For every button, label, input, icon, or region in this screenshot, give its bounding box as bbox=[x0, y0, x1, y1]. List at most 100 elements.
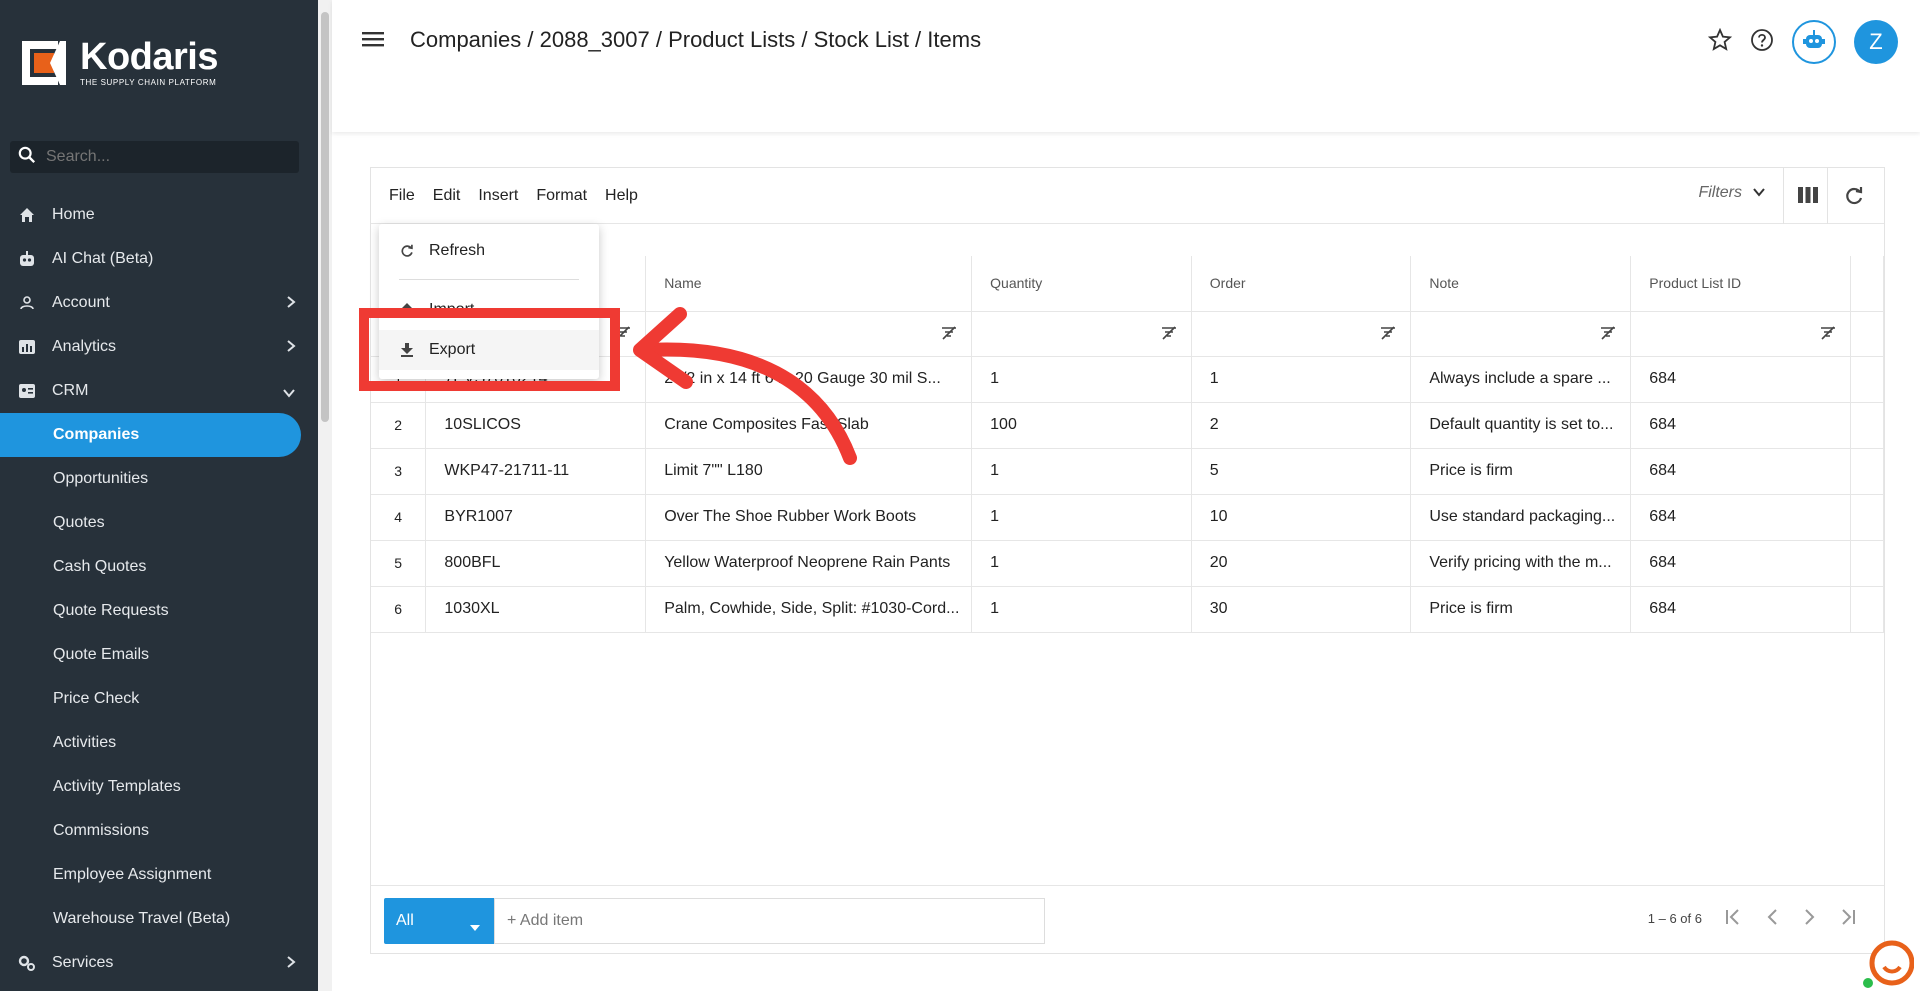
sidebar-item-warehouse-travel[interactable]: Warehouse Travel (Beta) bbox=[0, 897, 318, 941]
cell-order[interactable]: 20 bbox=[1191, 540, 1412, 587]
sidebar-item-cash-quotes[interactable]: Cash Quotes bbox=[0, 545, 318, 589]
cell-code[interactable]: 800BFL bbox=[425, 540, 647, 587]
sidebar-item-analytics[interactable]: Analytics bbox=[0, 325, 318, 369]
filter-off-icon[interactable] bbox=[941, 325, 957, 345]
toolbar-divider bbox=[1827, 168, 1828, 224]
cell-quantity[interactable]: 1 bbox=[971, 356, 1192, 403]
sidebar-item-employee-assignment[interactable]: Employee Assignment bbox=[0, 853, 318, 897]
ai-assistant-button[interactable] bbox=[1792, 20, 1836, 64]
cell-product-list-id[interactable]: 684 bbox=[1630, 356, 1851, 403]
sidebar-item-quote-requests[interactable]: Quote Requests bbox=[0, 589, 318, 633]
refresh-icon[interactable] bbox=[1844, 186, 1864, 211]
sidebar-item-price-check[interactable]: Price Check bbox=[0, 677, 318, 721]
chat-support-button[interactable] bbox=[1862, 937, 1915, 989]
filter-cell[interactable] bbox=[1191, 311, 1412, 357]
scrollbar-thumb[interactable] bbox=[321, 12, 329, 422]
cell-note[interactable]: Verify pricing with the m... bbox=[1410, 540, 1632, 587]
column-header-note[interactable]: Note bbox=[1410, 256, 1632, 312]
filter-off-icon[interactable] bbox=[1820, 325, 1836, 345]
menu-help[interactable]: Help bbox=[605, 187, 638, 205]
cell-name[interactable]: Yellow Waterproof Neoprene Rain Pants bbox=[645, 540, 973, 587]
filter-cell[interactable] bbox=[1410, 311, 1632, 357]
row-number: 6 bbox=[371, 586, 427, 633]
cell-code[interactable]: WKP47-21711-11 bbox=[425, 448, 647, 495]
sidebar-item-activities[interactable]: Activities bbox=[0, 721, 318, 765]
menu-edit[interactable]: Edit bbox=[433, 187, 461, 205]
cell-order[interactable]: 30 bbox=[1191, 586, 1412, 633]
menu-file[interactable]: File bbox=[389, 187, 415, 205]
add-item-input[interactable]: + Add item bbox=[494, 898, 1045, 944]
cell-order[interactable]: 1 bbox=[1191, 356, 1412, 403]
table-row[interactable]: 3 WKP47-21711-11 Limit 7"" L180 1 5 Pric… bbox=[371, 448, 1885, 495]
cell-product-list-id[interactable]: 684 bbox=[1630, 494, 1851, 541]
menu-icon[interactable] bbox=[362, 30, 384, 53]
cell-name[interactable]: Palm, Cowhide, Side, Split: #1030-Cord..… bbox=[645, 586, 973, 633]
sidebar-item-label: Employee Assignment bbox=[53, 866, 212, 883]
kodaris-logo[interactable]: Kodaris THE SUPPLY CHAIN PLATFORM bbox=[20, 38, 218, 87]
menu-item-refresh[interactable]: Refresh bbox=[379, 231, 599, 271]
filters-dropdown[interactable]: Filters bbox=[1698, 184, 1766, 202]
next-page-icon[interactable] bbox=[1802, 908, 1816, 929]
cell-name[interactable]: Over The Shoe Rubber Work Boots bbox=[645, 494, 973, 541]
cell-quantity[interactable]: 100 bbox=[971, 402, 1192, 449]
sidebar-item-services[interactable]: Services bbox=[0, 941, 318, 985]
cell-note[interactable]: Price is firm bbox=[1410, 448, 1632, 495]
table-row[interactable]: 4 BYR1007 Over The Shoe Rubber Work Boot… bbox=[371, 494, 1885, 541]
cell-code[interactable]: 10SLICOS bbox=[425, 402, 647, 449]
cell-note[interactable]: Default quantity is set to... bbox=[1410, 402, 1632, 449]
column-header-quantity[interactable]: Quantity bbox=[971, 256, 1192, 312]
cell-quantity[interactable]: 1 bbox=[971, 448, 1192, 495]
star-icon[interactable] bbox=[1707, 27, 1733, 57]
sidebar-item-crm[interactable]: CRM bbox=[0, 369, 318, 413]
columns-icon[interactable] bbox=[1798, 186, 1818, 209]
cell-quantity[interactable]: 1 bbox=[971, 494, 1192, 541]
table-row[interactable]: 6 1030XL Palm, Cowhide, Side, Split: #10… bbox=[371, 586, 1885, 633]
filter-off-icon[interactable] bbox=[1161, 325, 1177, 345]
cell-quantity[interactable]: 1 bbox=[971, 586, 1192, 633]
cell-extra bbox=[1850, 586, 1885, 633]
search-input[interactable] bbox=[46, 148, 286, 166]
cell-note[interactable]: Always include a spare ... bbox=[1410, 356, 1632, 403]
column-header-order[interactable]: Order bbox=[1191, 256, 1412, 312]
chevron-right-icon bbox=[286, 295, 296, 314]
cell-order[interactable]: 2 bbox=[1191, 402, 1412, 449]
sidebar-item-home[interactable]: Home bbox=[0, 193, 318, 237]
sidebar-item-ai-chat[interactable]: AI Chat (Beta) bbox=[0, 237, 318, 281]
cell-quantity[interactable]: 1 bbox=[971, 540, 1192, 587]
sidebar-item-quotes[interactable]: Quotes bbox=[0, 501, 318, 545]
sidebar-item-account[interactable]: Account bbox=[0, 281, 318, 325]
sidebar-item-quote-emails[interactable]: Quote Emails bbox=[0, 633, 318, 677]
filter-off-icon[interactable] bbox=[1600, 325, 1616, 345]
scope-select[interactable]: All bbox=[384, 898, 494, 944]
sidebar-scrollbar[interactable] bbox=[318, 0, 332, 991]
cell-code[interactable]: 1030XL bbox=[425, 586, 647, 633]
cell-product-list-id[interactable]: 684 bbox=[1630, 448, 1851, 495]
chevron-down-icon bbox=[282, 385, 296, 403]
filter-off-icon[interactable] bbox=[1380, 325, 1396, 345]
first-page-icon[interactable] bbox=[1724, 908, 1744, 929]
sidebar-item-companies[interactable]: Companies bbox=[0, 413, 301, 457]
chevron-down-icon bbox=[1752, 184, 1766, 202]
prev-page-icon[interactable] bbox=[1766, 908, 1780, 929]
table-row[interactable]: 2 10SLICOS Crane Composites Fast Slab 10… bbox=[371, 402, 1885, 449]
filter-cell[interactable] bbox=[1630, 311, 1851, 357]
cell-note[interactable]: Price is firm bbox=[1410, 586, 1632, 633]
table-row[interactable]: 5 800BFL Yellow Waterproof Neoprene Rain… bbox=[371, 540, 1885, 587]
cell-code[interactable]: BYR1007 bbox=[425, 494, 647, 541]
column-header-product-list-id[interactable]: Product List ID bbox=[1630, 256, 1851, 312]
help-icon[interactable] bbox=[1750, 28, 1774, 57]
cell-order[interactable]: 10 bbox=[1191, 494, 1412, 541]
menu-insert[interactable]: Insert bbox=[478, 187, 518, 205]
cell-product-list-id[interactable]: 684 bbox=[1630, 586, 1851, 633]
sidebar-item-opportunities[interactable]: Opportunities bbox=[0, 457, 318, 501]
menu-format[interactable]: Format bbox=[536, 187, 587, 205]
cell-product-list-id[interactable]: 684 bbox=[1630, 540, 1851, 587]
filter-cell[interactable] bbox=[971, 311, 1192, 357]
cell-note[interactable]: Use standard packaging... bbox=[1410, 494, 1632, 541]
sidebar-item-activity-templates[interactable]: Activity Templates bbox=[0, 765, 318, 809]
sidebar-item-commissions[interactable]: Commissions bbox=[0, 809, 318, 853]
user-avatar[interactable]: Z bbox=[1854, 20, 1898, 64]
cell-product-list-id[interactable]: 684 bbox=[1630, 402, 1851, 449]
cell-order[interactable]: 5 bbox=[1191, 448, 1412, 495]
last-page-icon[interactable] bbox=[1838, 908, 1858, 929]
